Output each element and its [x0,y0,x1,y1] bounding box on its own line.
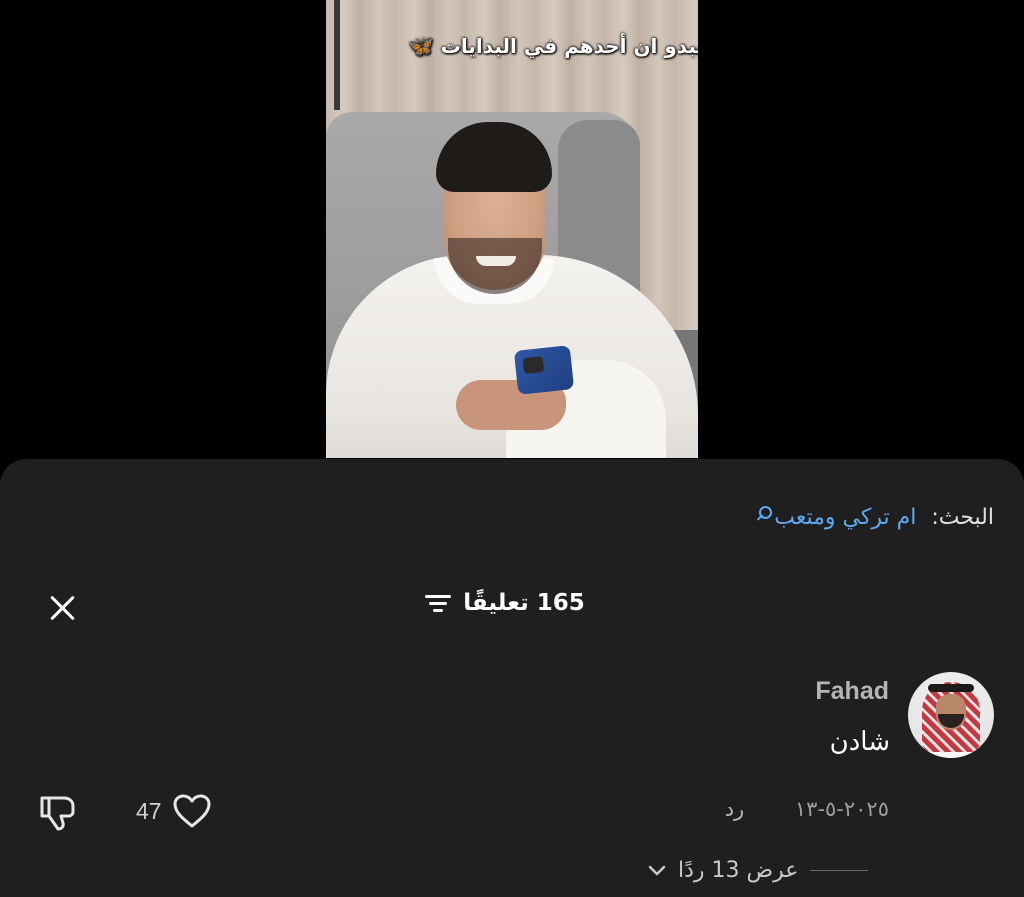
chevron-down-icon [648,865,666,875]
comment-text: شادن [829,727,890,757]
phone-camera [522,356,545,375]
reply-button[interactable]: رد [725,797,745,821]
video-caption: يبدو ان أحدهم في البدايات 🦋 [326,34,698,58]
search-label: البحث: [931,505,994,530]
comment-meta: ٢٠٢٥-٥-١٣ رد [725,797,889,821]
view-replies-button[interactable]: عرض 13 ردًا [648,858,869,883]
search-query-link[interactable]: ام تركي ومتعب [774,505,916,530]
avatar[interactable] [908,672,994,758]
avatar-agal [928,684,974,692]
dislike-icon[interactable] [36,792,80,832]
person-smile [476,256,516,266]
screen: يبدو ان أحدهم في البدايات 🦋 البحث: ام تر… [0,0,1024,897]
comment-count-number: 165 [536,590,585,616]
filter-icon[interactable] [425,593,452,613]
phone-in-hand [513,345,575,395]
comment-count-label: تعليقًا [463,590,529,616]
video-caption-text: يبدو ان أحدهم في البدايات [440,34,698,58]
heart-icon[interactable] [172,793,212,829]
replies-divider [810,870,869,871]
comment-username[interactable]: Fahad [815,677,889,706]
video-player[interactable]: يبدو ان أحدهم في البدايات 🦋 [326,0,698,458]
search-suggestion[interactable]: البحث: ام تركي ومتعب [757,505,994,530]
butterfly-emoji: 🦋 [408,34,434,58]
comment-date: ٢٠٢٥-٥-١٣ [794,797,889,821]
like-group: 47 [136,793,212,829]
comments-header: 165 تعليقًا [0,590,1024,619]
like-count: 47 [136,797,162,824]
search-icon [757,506,773,521]
comment-count: 165 تعليقًا [463,590,585,616]
view-replies-label: عرض 13 ردًا [678,858,799,883]
